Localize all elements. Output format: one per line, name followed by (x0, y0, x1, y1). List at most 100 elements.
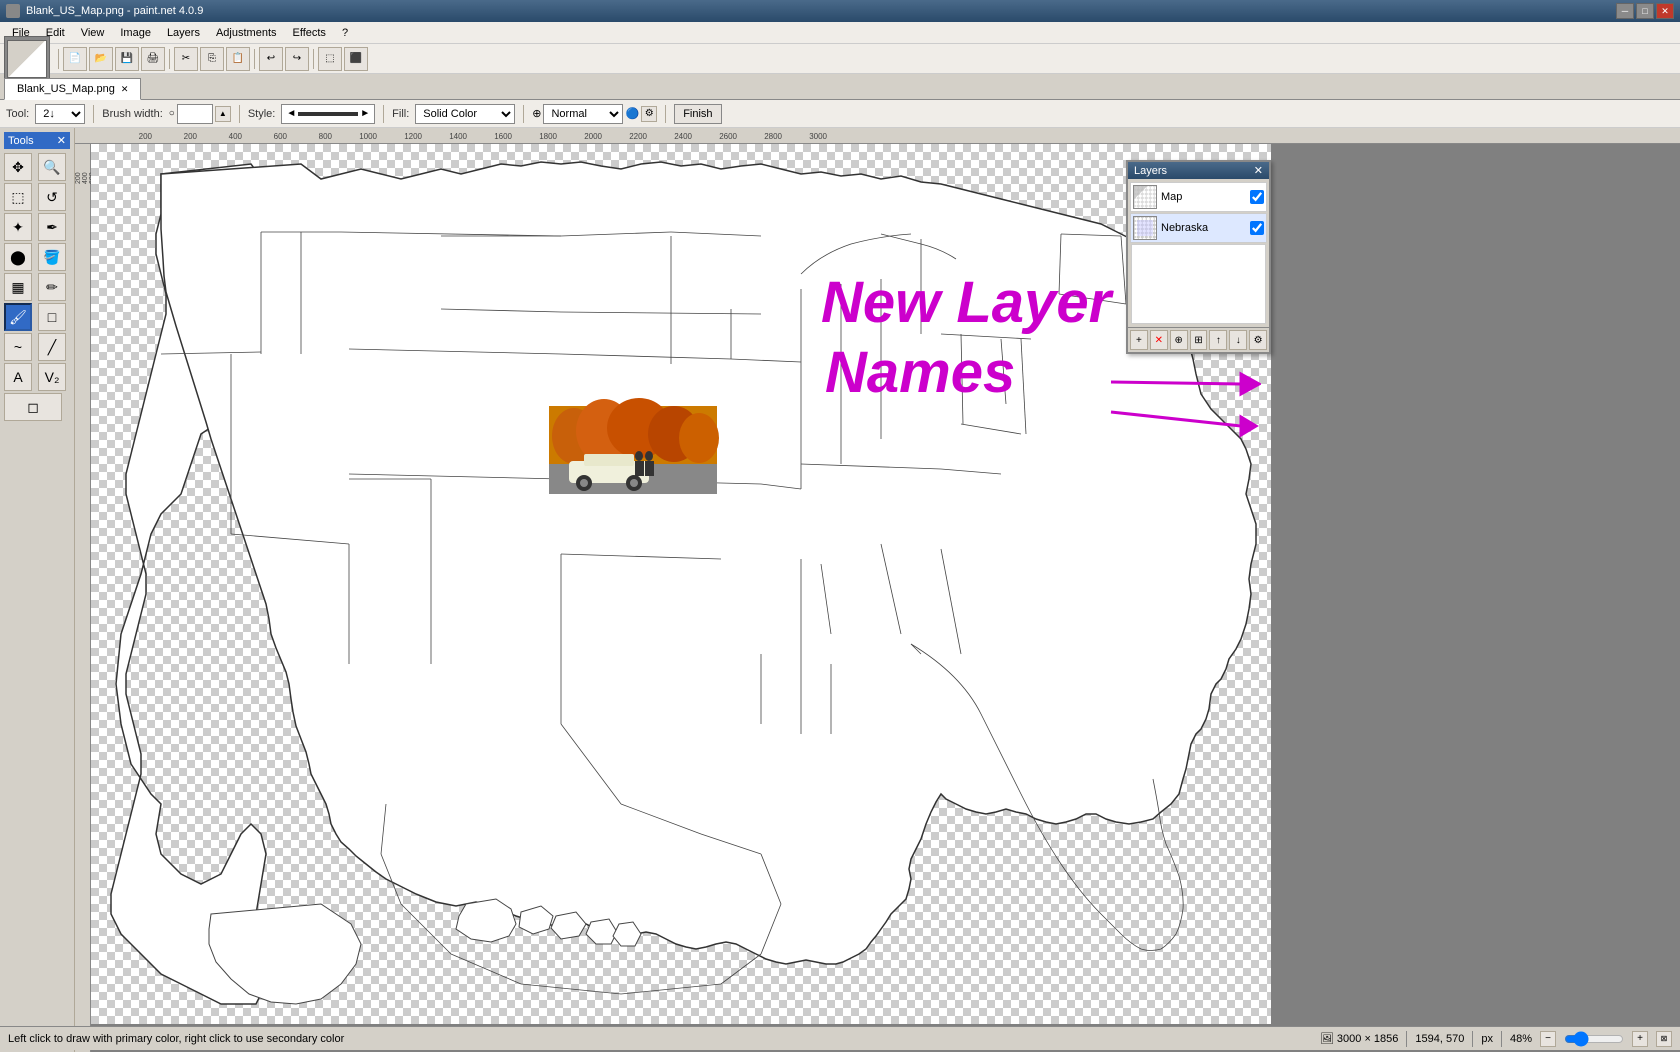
close-button[interactable]: ✕ (1656, 3, 1674, 19)
app-icon (6, 4, 20, 18)
layer-item-map[interactable]: Map (1130, 182, 1267, 212)
zoom-tool[interactable]: 🔍 (38, 153, 66, 181)
paste-button[interactable]: 📋 (226, 47, 250, 71)
tool-select[interactable]: 2↓ (35, 104, 85, 124)
tab-bar: Blank_US_Map.png ✕ (0, 74, 1680, 100)
toolbar: 📄 📂 💾 🖨 ✂ ⎘ 📋 ↩ ↪ ⬚ ⬛ (0, 44, 1680, 74)
window-title: Blank_US_Map.png - paint.net 4.0.9 (26, 5, 203, 17)
undo-button[interactable]: ↩ (259, 47, 283, 71)
gradient-tool[interactable]: ▦ (4, 273, 32, 301)
layer-name-nebraska: Nebraska (1161, 222, 1246, 234)
open-button[interactable]: 📂 (89, 47, 113, 71)
canvas[interactable]: New Layer Names (91, 144, 1271, 1024)
minimize-button[interactable]: ─ (1616, 3, 1634, 19)
delete-layer-button[interactable]: ✕ (1150, 330, 1168, 350)
save-button[interactable]: 💾 (115, 47, 139, 71)
new-button[interactable]: 📄 (63, 47, 87, 71)
paintbrush-tool[interactable]: 🖌 (4, 303, 32, 331)
brush-width-up[interactable]: ▲ (215, 106, 231, 122)
brush-width-input[interactable]: 5 (177, 104, 213, 124)
status-dim-label: 🖼 (1320, 1033, 1334, 1045)
copy-button[interactable]: ⎘ (200, 47, 224, 71)
menu-adjustments[interactable]: Adjustments (208, 25, 285, 41)
image-preview-thumb (4, 36, 50, 82)
opt-sep2 (239, 105, 240, 123)
fill-select[interactable]: Solid Color (415, 104, 515, 124)
fit-window-button[interactable]: ⊠ (1656, 1031, 1672, 1047)
status-dimensions: 🖼 3000 × 1856 (1320, 1032, 1399, 1045)
layer-properties-button[interactable]: ⚙ (1249, 330, 1267, 350)
cut-button[interactable]: ✂ (174, 47, 198, 71)
eyedropper-tool[interactable]: ✒ (38, 213, 66, 241)
blend-icon: ⊕ (532, 107, 541, 120)
ruler-top: 200 200 400 600 800 1000 1200 1400 1600 … (75, 128, 1680, 144)
maximize-button[interactable]: □ (1636, 3, 1654, 19)
merge-down-button[interactable]: ⊕ (1170, 330, 1188, 350)
status-sep1 (1406, 1031, 1407, 1047)
smudge-tool[interactable]: ~ (4, 333, 32, 361)
menu-bar: File Edit View Image Layers Adjustments … (0, 22, 1680, 44)
paint-bucket-tool[interactable]: 🪣 (38, 243, 66, 271)
layers-panel: Layers ✕ Map (1126, 160, 1271, 354)
status-coords: 1594, 570 (1415, 1033, 1464, 1045)
tools-close-icon[interactable]: ✕ (57, 134, 66, 147)
move-up-button[interactable]: ↑ (1209, 330, 1227, 350)
blend-mode-select[interactable]: Normal (543, 104, 623, 124)
pencil-tool[interactable]: ✏ (38, 273, 66, 301)
blend-setting[interactable]: ⚙ (641, 106, 657, 122)
canvas-area[interactable]: 200 200 400 600 800 1000 1200 1400 1600 … (75, 128, 1680, 1052)
status-sep2 (1472, 1031, 1473, 1047)
deselect-button[interactable]: ⬚ (318, 47, 342, 71)
layer-visibility-nebraska[interactable] (1250, 221, 1264, 235)
style-picker[interactable]: ◄ ► (281, 104, 375, 124)
zoom-slider[interactable] (1564, 1031, 1624, 1047)
layer-item-nebraska[interactable]: Nebraska (1130, 213, 1267, 243)
layers-toolbar: + ✕ ⊕ ⊞ ↑ ↓ ⚙ (1128, 327, 1269, 352)
tools-grid: ✥ 🔍 ⬚ ↺ ✦ ✒ ⬤ 🪣 ▦ ✏ 🖌 □ ~ ╱ A V₂ ◻ (4, 153, 70, 421)
menu-view[interactable]: View (73, 25, 113, 41)
menu-image[interactable]: Image (112, 25, 159, 41)
blend-mode-container: ⊕ Normal 🔵 ⚙ (532, 104, 657, 124)
line-tool[interactable]: ╱ (38, 333, 66, 361)
tab-close-button[interactable]: ✕ (121, 84, 129, 95)
layers-close-icon[interactable]: ✕ (1254, 164, 1263, 177)
title-bar: Blank_US_Map.png - paint.net 4.0.9 ─ □ ✕ (0, 0, 1680, 22)
tools-panel: Tools ✕ ✥ 🔍 ⬚ ↺ ✦ ✒ ⬤ 🪣 ▦ ✏ 🖌 □ ~ ╱ A V₂… (0, 128, 75, 1052)
menu-layers[interactable]: Layers (159, 25, 208, 41)
text-tool[interactable]: A (4, 363, 32, 391)
brush-width-label: Brush width: (102, 108, 163, 120)
vector2-tool[interactable]: V₂ (38, 363, 66, 391)
document-tab[interactable]: Blank_US_Map.png ✕ (4, 78, 141, 100)
main-area: Tools ✕ ✥ 🔍 ⬚ ↺ ✦ ✒ ⬤ 🪣 ▦ ✏ 🖌 □ ~ ╱ A V₂… (0, 128, 1680, 1052)
style-label: Style: (248, 108, 276, 120)
select-all-button[interactable]: ⬛ (344, 47, 368, 71)
opt-sep3 (383, 105, 384, 123)
zoom-out-button[interactable]: − (1540, 1031, 1556, 1047)
magic-wand-tool[interactable]: ✦ (4, 213, 32, 241)
arrow-left-icon: ◄ (286, 108, 296, 119)
move-down-button[interactable]: ↓ (1229, 330, 1247, 350)
flatten-button[interactable]: ⊞ (1190, 330, 1208, 350)
rectangle-select-tool[interactable]: ⬚ (4, 183, 32, 211)
ruler-marks-top: 200 200 400 600 800 1000 1200 1400 1600 … (107, 132, 827, 141)
layer-visibility-map[interactable] (1250, 190, 1264, 204)
menu-help[interactable]: ? (334, 25, 356, 41)
status-right: 🖼 3000 × 1856 1594, 570 px 48% − + ⊠ (1320, 1031, 1672, 1047)
canvas-wrapper[interactable]: New Layer Names (91, 144, 1680, 1052)
move-tool[interactable]: ✥ (4, 153, 32, 181)
recolor-tool[interactable]: ⬤ (4, 243, 32, 271)
finish-button[interactable]: Finish (674, 104, 721, 124)
eraser-tool[interactable]: □ (38, 303, 66, 331)
opt-sep1 (93, 105, 94, 123)
menu-effects[interactable]: Effects (285, 25, 334, 41)
add-layer-button[interactable]: + (1130, 330, 1148, 350)
toolbar-separator (58, 49, 59, 69)
options-bar: Tool: 2↓ Brush width: ○ 5 ▲ Style: ◄ ► F… (0, 100, 1680, 128)
print-button[interactable]: 🖨 (141, 47, 165, 71)
toolbar-separator2 (169, 49, 170, 69)
zoom-in-button[interactable]: + (1632, 1031, 1648, 1047)
lasso-select-tool[interactable]: ↺ (38, 183, 66, 211)
redo-button[interactable]: ↪ (285, 47, 309, 71)
layer-thumb-nebraska (1133, 216, 1157, 240)
shapes-tool[interactable]: ◻ (4, 393, 62, 421)
